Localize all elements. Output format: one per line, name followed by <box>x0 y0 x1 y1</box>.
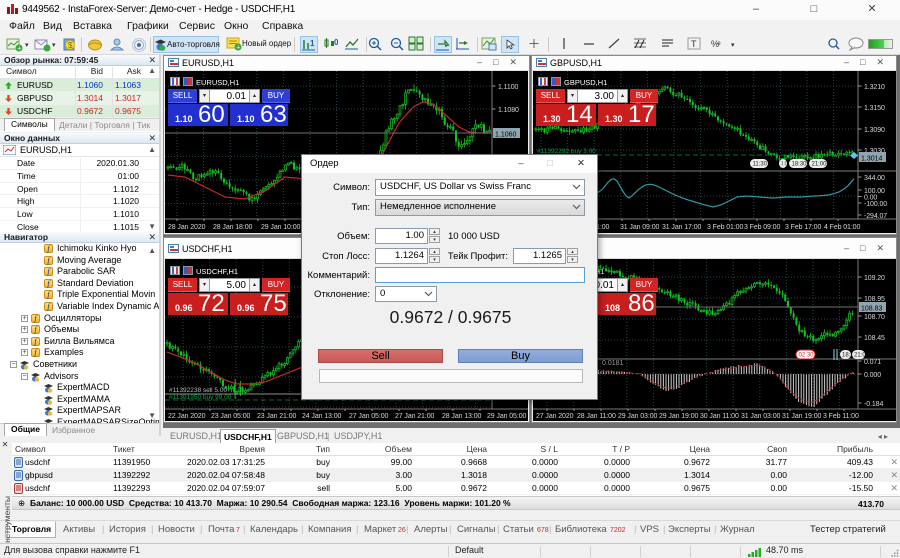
svg-text:108.70: 108.70 <box>864 314 885 321</box>
svg-text:1: 1 <box>310 39 315 48</box>
svg-text:28 Jan 11:00: 28 Jan 11:00 <box>577 413 616 420</box>
svg-text:1.1080: 1.1080 <box>498 107 519 114</box>
svg-text:T: T <box>691 39 697 49</box>
svg-text:29 Jan 05:00: 29 Jan 05:00 <box>487 413 526 420</box>
svg-text:$: $ <box>68 41 73 50</box>
svg-text:109.20: 109.20 <box>864 275 885 282</box>
svg-text:108.95: 108.95 <box>864 296 885 303</box>
svg-text:27 Jan 05:00: 27 Jan 05:00 <box>349 413 388 420</box>
svg-text:02:30: 02:30 <box>799 353 815 359</box>
svg-text:3 Feb 17:00: 3 Feb 17:00 <box>785 224 821 231</box>
svg-text:1.3210: 1.3210 <box>864 84 885 91</box>
svg-text:1.3014: 1.3014 <box>861 156 883 163</box>
svg-text:108.83: 108.83 <box>861 306 883 313</box>
svg-text:28 Jan 13:00: 28 Jan 13:00 <box>442 413 481 420</box>
svg-text:1.1060: 1.1060 <box>495 132 517 139</box>
svg-text:31 Jan 17:00: 31 Jan 17:00 <box>662 224 701 231</box>
svg-text:21:00: 21:00 <box>812 162 828 168</box>
svg-text:108.45: 108.45 <box>864 335 885 342</box>
svg-text:23 Jan 05:00: 23 Jan 05:00 <box>211 413 250 420</box>
svg-text:28 Jan 2020: 28 Jan 2020 <box>168 224 206 231</box>
svg-text:24 Jan 13:00: 24 Jan 13:00 <box>302 413 341 420</box>
svg-text:3 Feb 01:00: 3 Feb 01:00 <box>707 224 743 231</box>
svg-text:23 Jan 21:00: 23 Jan 21:00 <box>257 413 296 420</box>
svg-text:1.3150: 1.3150 <box>864 105 885 112</box>
svg-text:+: + <box>17 46 21 52</box>
svg-text:-0.184: -0.184 <box>864 401 883 408</box>
svg-text:344.00: 344.00 <box>864 175 885 182</box>
svg-text:l l: l l <box>782 162 786 168</box>
svg-text:-100.00: -100.00 <box>864 201 887 208</box>
svg-text:1.1100: 1.1100 <box>498 84 518 91</box>
svg-text:18:: 18: <box>842 353 851 359</box>
svg-text:18:30: 18:30 <box>792 162 808 168</box>
svg-text:27 Jan 21:00: 27 Jan 21:00 <box>395 413 434 420</box>
svg-text:28 Jan 18:00: 28 Jan 18:00 <box>213 224 252 231</box>
svg-text:30 Jan 11:00: 30 Jan 11:00 <box>700 413 739 420</box>
svg-text:1.3090: 1.3090 <box>864 127 885 134</box>
svg-text:29 Jan 03:00: 29 Jan 03:00 <box>618 413 657 420</box>
svg-text:0.000: 0.000 <box>864 372 881 379</box>
svg-text:31 Jan 19:00: 31 Jan 19:00 <box>782 413 821 420</box>
svg-text:+: + <box>236 45 240 51</box>
svg-text:#11391950 buy 99.00: #11391950 buy 99.00 <box>169 394 232 401</box>
svg-text:4 Feb 01:00: 4 Feb 01:00 <box>824 224 860 231</box>
svg-text:29 Jan 19:00: 29 Jan 19:00 <box>659 413 698 420</box>
svg-text:11:30: 11:30 <box>753 162 768 168</box>
svg-text:21:0: 21:0 <box>854 353 866 359</box>
svg-text:27 Jan 2020: 27 Jan 2020 <box>536 413 574 420</box>
svg-text:0.0181: 0.0181 <box>602 360 624 367</box>
svg-text:3 Feb 09:00: 3 Feb 09:00 <box>744 224 780 231</box>
svg-text:3 Feb 11:00: 3 Feb 11:00 <box>823 413 859 420</box>
svg-text:-294.07: -294.07 <box>864 213 887 220</box>
svg-text:22 Jan 2020: 22 Jan 2020 <box>168 413 206 420</box>
svg-text:%ͤ: %ͤ <box>711 39 721 49</box>
svg-text:29 Jan 10:00: 29 Jan 10:00 <box>261 224 300 231</box>
svg-text:0.071: 0.071 <box>864 359 881 366</box>
svg-text:31 Jan 03:00: 31 Jan 03:00 <box>741 413 780 420</box>
svg-text:0: 0 <box>334 38 338 47</box>
svg-text:#11392238 sell 5.00: #11392238 sell 5.00 <box>169 387 227 394</box>
svg-text:31 Jan 09:00: 31 Jan 09:00 <box>620 224 659 231</box>
